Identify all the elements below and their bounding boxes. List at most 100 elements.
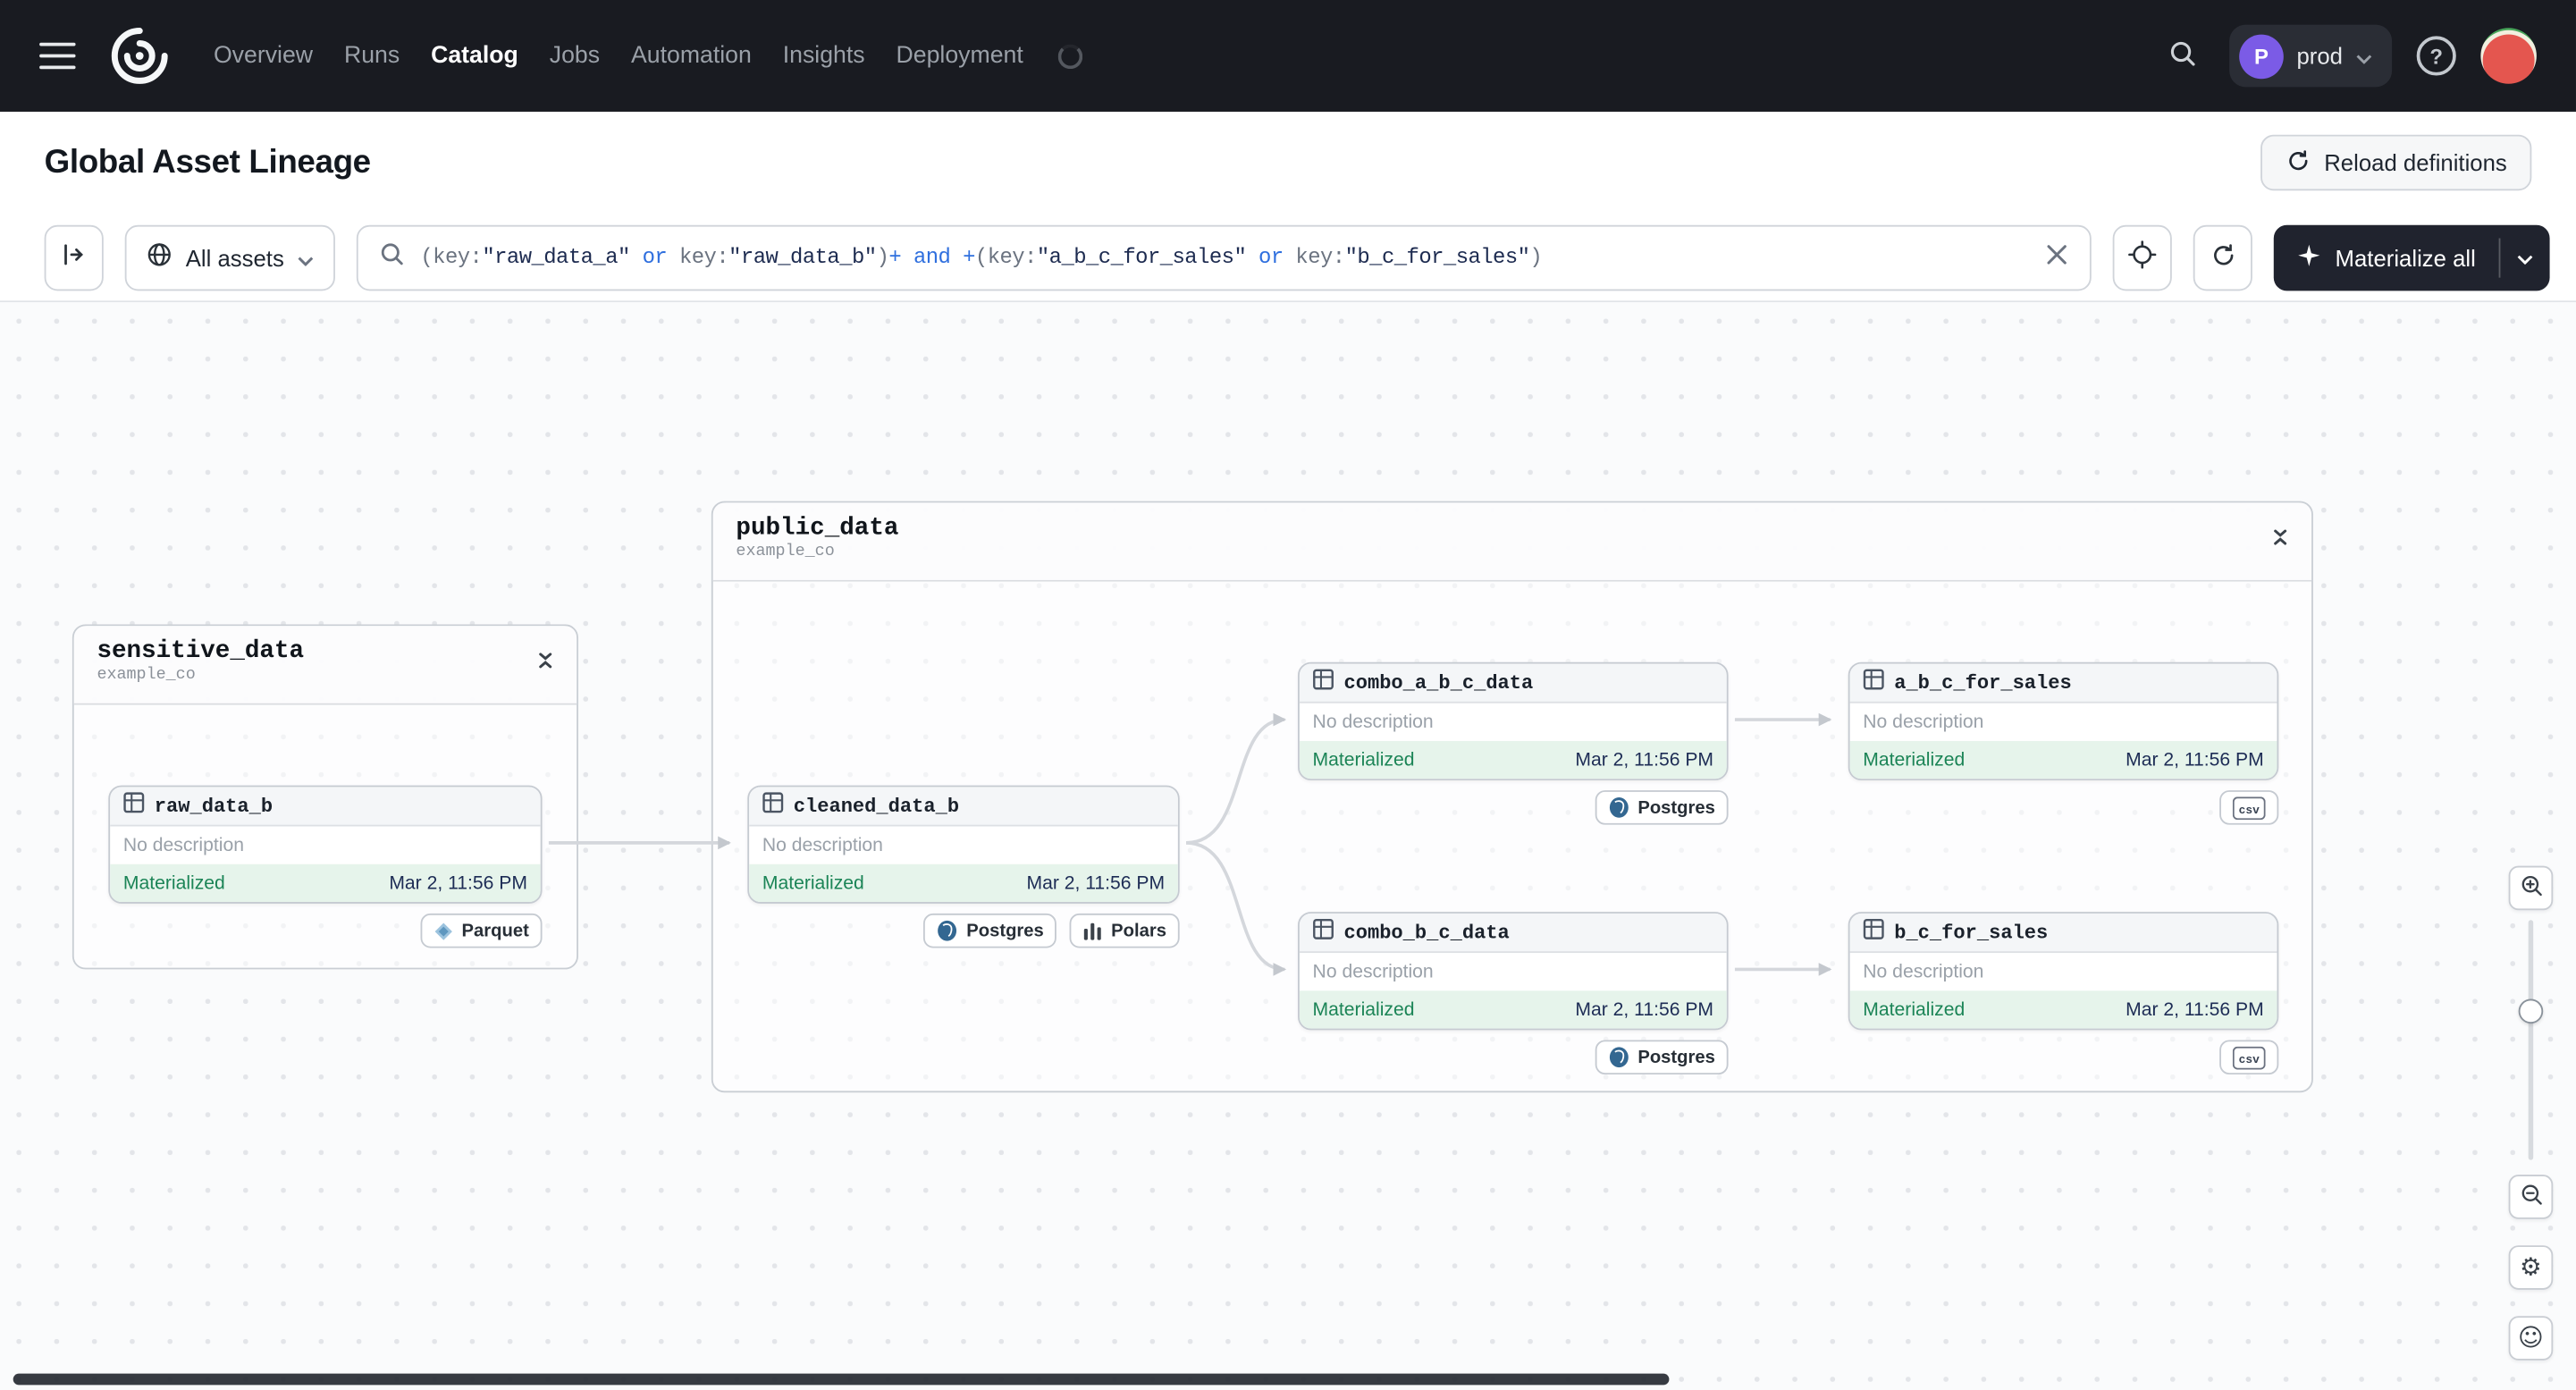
materialize-split-button: Materialize all (2274, 223, 2550, 291)
smiley-icon: ☺ (2518, 1322, 2544, 1352)
zoom-slider[interactable] (2509, 920, 2554, 1160)
asset-search-input[interactable]: (key:"raw_data_a" or key:"raw_data_b")+ … (356, 223, 2092, 291)
nav-item-insights[interactable]: Insights (783, 43, 865, 69)
materialize-options-button[interactable] (2500, 224, 2549, 291)
menu-icon[interactable] (39, 42, 76, 70)
asset-tags: Postgres (1298, 1040, 1729, 1075)
asset-description: No description (122, 835, 244, 855)
zoom-out-button[interactable] (2508, 1175, 2554, 1219)
tag-csv[interactable]: csv (2219, 1040, 2279, 1075)
asset-description: No description (1863, 712, 1984, 732)
materialized-timestamp[interactable]: Mar 2, 11:56 PM (2126, 999, 2264, 1019)
nav-right-cluster: P prod ? (2160, 24, 2537, 88)
asset-node-combo-b-c-data[interactable]: combo_b_c_data No description Materializ… (1298, 912, 1729, 1031)
search-button[interactable] (2160, 31, 2205, 80)
asset-tags: Parquet (108, 913, 543, 948)
asset-node-raw-data-b[interactable]: raw_data_b No description Materialized M… (108, 785, 543, 904)
materialize-all-button[interactable]: Materialize all (2275, 224, 2499, 291)
asset-description: No description (762, 835, 883, 855)
dagster-logo-icon[interactable] (108, 25, 171, 88)
page-header: Global Asset Lineage Reload definitions (0, 111, 2576, 214)
materialized-timestamp[interactable]: Mar 2, 11:56 PM (1575, 999, 1713, 1019)
collapse-group-button[interactable] (531, 645, 560, 680)
asset-node-a-b-c-for-sales[interactable]: a_b_c_for_sales No description Materiali… (1848, 661, 2279, 781)
group-subtitle: example_co (736, 543, 835, 562)
postgres-icon (1608, 796, 1629, 818)
table-icon (762, 791, 784, 821)
help-button[interactable]: ? (2416, 36, 2456, 76)
tag-polars[interactable]: Polars (1070, 913, 1180, 948)
csv-icon: csv (2232, 1045, 2266, 1069)
materialized-timestamp[interactable]: Mar 2, 11:56 PM (2126, 750, 2264, 770)
question-mark-icon: ? (2429, 43, 2444, 69)
asset-node-cleaned-data-b[interactable]: cleaned_data_b No description Materializ… (747, 785, 1180, 904)
user-avatar[interactable] (2480, 28, 2537, 84)
asset-node-header: combo_a_b_c_data (1299, 663, 1727, 703)
csv-label: csv (2239, 803, 2260, 816)
zoom-slider-track (2528, 920, 2534, 1160)
zoom-in-icon (2518, 872, 2544, 904)
collapse-icon (534, 649, 557, 677)
feedback-button[interactable]: ☺ (2508, 1316, 2554, 1361)
tag-postgres[interactable]: Postgres (1595, 790, 1729, 825)
materialized-timestamp[interactable]: Mar 2, 11:56 PM (1575, 750, 1713, 770)
clear-search-button[interactable] (2044, 241, 2070, 273)
asset-name: combo_b_c_data (1343, 921, 1510, 944)
query-token: (key: (974, 244, 1037, 270)
csv-icon: csv (2232, 796, 2266, 820)
materialized-timestamp[interactable]: Mar 2, 11:56 PM (389, 873, 527, 893)
group-subtitle: example_co (97, 667, 196, 686)
nav-item-overview[interactable]: Overview (214, 43, 313, 69)
open-side-panel-button[interactable] (44, 223, 104, 291)
primary-nav: Overview Runs Catalog Jobs Automation In… (214, 43, 1082, 69)
reload-definitions-button[interactable]: Reload definitions (2260, 134, 2532, 191)
asset-tags: Postgres Polars (747, 913, 1180, 948)
nav-item-runs[interactable]: Runs (344, 43, 400, 69)
tag-parquet[interactable]: Parquet (420, 913, 543, 948)
tag-label: Polars (1111, 921, 1166, 941)
nav-item-catalog[interactable]: Catalog (431, 43, 518, 69)
tag-label: Postgres (1637, 797, 1715, 818)
asset-node-combo-a-b-c-data[interactable]: combo_a_b_c_data No description Material… (1298, 661, 1729, 781)
deployment-initial-badge: P (2239, 33, 2284, 79)
query-token: (key: (420, 244, 483, 270)
asset-status-row: Materialized Mar 2, 11:56 PM (749, 863, 1178, 903)
asset-description: No description (1312, 712, 1434, 732)
tag-label: Postgres (1637, 1047, 1715, 1067)
nav-item-jobs[interactable]: Jobs (550, 43, 600, 69)
asset-node-header: raw_data_b (110, 787, 541, 827)
recenter-view-button[interactable] (2113, 223, 2173, 291)
query-token: ) (1529, 244, 1543, 270)
polars-icon (1083, 921, 1103, 940)
tag-postgres[interactable]: Postgres (1595, 1040, 1729, 1075)
zoom-slider-knob[interactable] (2518, 998, 2544, 1024)
asset-name: combo_a_b_c_data (1343, 670, 1534, 695)
page-title: Global Asset Lineage (44, 143, 371, 181)
collapse-group-button[interactable] (2266, 522, 2295, 557)
group-header: sensitive_data example_co (73, 626, 577, 705)
asset-tags: csv (1848, 790, 2279, 825)
asset-scope-dropdown[interactable]: All assets (124, 223, 335, 291)
postgres-icon (937, 920, 958, 941)
tag-csv[interactable]: csv (2219, 790, 2279, 825)
chevron-down-icon (298, 244, 314, 270)
table-icon (1863, 918, 1884, 948)
loading-spinner-icon (1057, 43, 1082, 69)
nav-item-automation[interactable]: Automation (631, 43, 752, 69)
tag-label: Parquet (461, 921, 529, 941)
graph-settings-button[interactable]: ⚙ (2508, 1245, 2554, 1290)
zoom-in-button[interactable] (2508, 865, 2554, 911)
asset-node-b-c-for-sales[interactable]: b_c_for_sales No description Materialize… (1848, 912, 2279, 1031)
asset-description: No description (1863, 962, 1984, 982)
refresh-button[interactable] (2193, 223, 2253, 291)
panel-expand-icon (61, 241, 87, 273)
asset-node-header: a_b_c_for_sales (1849, 663, 2277, 703)
nav-item-deployment[interactable]: Deployment (897, 43, 1023, 69)
horizontal-scrollbar[interactable] (13, 1373, 1670, 1386)
table-icon (123, 791, 145, 821)
lineage-canvas[interactable]: sensitive_data example_co public_data ex… (0, 302, 2576, 1390)
materialized-timestamp[interactable]: Mar 2, 11:56 PM (1026, 873, 1165, 893)
deployment-switcher[interactable]: P prod (2229, 24, 2393, 88)
tag-postgres[interactable]: Postgres (923, 913, 1057, 948)
chevron-down-icon (2517, 245, 2533, 270)
